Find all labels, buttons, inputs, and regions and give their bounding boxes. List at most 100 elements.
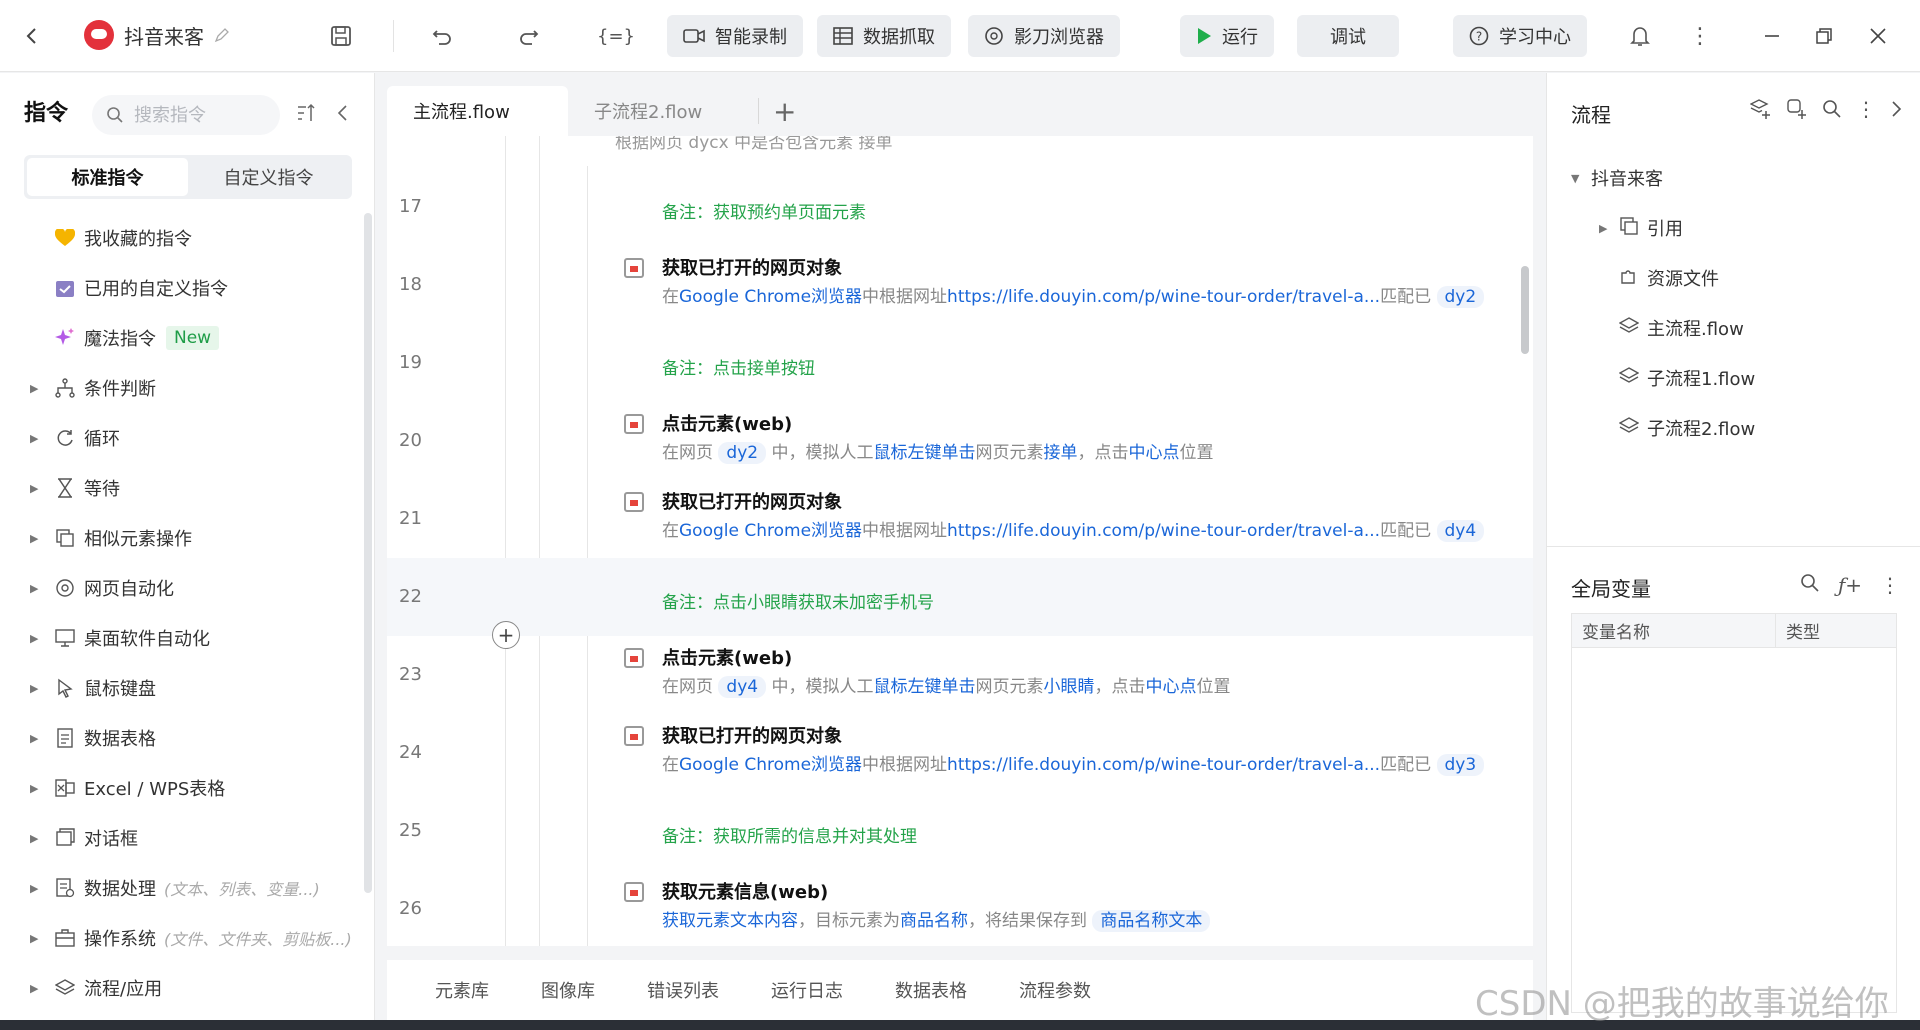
column-variable-name[interactable]: 变量名称 — [1572, 614, 1776, 647]
cmd-magic[interactable]: 魔法指令 New — [0, 313, 360, 363]
shadowblade-browser-button[interactable]: 影刀浏览器 — [968, 15, 1120, 57]
data-scrape-button[interactable]: 数据抓取 — [817, 15, 951, 57]
flow-step-row[interactable]: 24 获取已打开的网页对象 在Google Chrome浏览器中根据网址http… — [387, 714, 1533, 792]
tab-custom-commands[interactable]: 自定义指令 — [188, 158, 349, 196]
column-type[interactable]: 类型 — [1776, 614, 1820, 647]
tab-main-flow[interactable]: 主流程.flow — [387, 86, 568, 136]
search-icon[interactable] — [1800, 573, 1820, 593]
step-note: 备注：获取预约单页面元素 — [662, 203, 866, 223]
command-search-input[interactable] — [134, 104, 264, 126]
tree-item-main-flow[interactable]: 主流程.flow — [1571, 303, 1755, 353]
cmd-web-automation[interactable]: ▶ 网页自动化 — [0, 563, 360, 613]
tree-item-resources[interactable]: 资源文件 — [1571, 253, 1755, 303]
command-list-scrollbar[interactable] — [364, 213, 372, 893]
editor-scrollbar[interactable] — [1521, 266, 1529, 354]
add-tab-icon[interactable]: + — [759, 95, 810, 128]
debug-button[interactable]: 调试 — [1297, 15, 1399, 57]
tab-image-library[interactable]: 图像库 — [541, 977, 595, 1003]
variable-chip[interactable]: dy3 — [1436, 754, 1485, 776]
variable-chip[interactable]: dy2 — [1436, 286, 1485, 308]
cmd-label: 数据表格 — [84, 729, 156, 750]
tree-root[interactable]: ▼ 抖音来客 — [1571, 153, 1755, 203]
learning-center-button[interactable]: ? 学习中心 — [1453, 15, 1587, 57]
cmd-desktop-automation[interactable]: ▶ 桌面软件自动化 — [0, 613, 360, 663]
variable-braces-icon[interactable]: {=} — [596, 16, 636, 56]
variable-chip[interactable]: dy2 — [718, 442, 767, 464]
tab-data-table[interactable]: 数据表格 — [895, 977, 967, 1003]
tab-run-log[interactable]: 运行日志 — [771, 977, 843, 1003]
command-type-switch: 标准指令 自定义指令 — [24, 155, 352, 199]
desc-param: 获取元素文本内容 — [662, 911, 798, 931]
restore-icon[interactable] — [1804, 16, 1844, 56]
tab-element-library[interactable]: 元素库 — [435, 977, 489, 1003]
tree-item-label: 主流程.flow — [1647, 319, 1744, 340]
cmd-dialog[interactable]: ▶ 对话框 — [0, 813, 360, 863]
expand-arrow-icon: ▶ — [30, 531, 39, 545]
add-function-icon[interactable]: ƒ+ — [1838, 573, 1862, 597]
flow-step-row[interactable]: 20 点击元素(web) 在网页 dy2 中，模拟人工鼠标左键单击网页元素接单，… — [387, 402, 1533, 480]
bell-icon[interactable] — [1620, 16, 1660, 56]
edit-icon[interactable] — [214, 27, 230, 43]
cmd-operating-system[interactable]: ▶ 操作系统 (文件、文件夹、剪贴板...) — [0, 913, 360, 963]
sort-icon[interactable] — [296, 103, 318, 127]
variable-chip[interactable]: dy4 — [718, 676, 767, 698]
cmd-condition[interactable]: ▶ 条件判断 — [0, 363, 360, 413]
more-vertical-icon[interactable]: ⋮ — [1680, 16, 1720, 56]
flow-step-row[interactable]: 22 备注：点击小眼睛获取未加密手机号 — [387, 558, 1533, 636]
save-icon[interactable] — [321, 16, 361, 56]
flow-step-row[interactable]: 17 备注：获取预约单页面元素 — [387, 168, 1533, 246]
flow-step-row[interactable]: 26 获取元素信息(web) 获取元素文本内容，目标元素为商品名称，将结果保存到… — [387, 870, 1533, 946]
chevron-right-icon[interactable] — [1890, 100, 1902, 118]
expand-arrow-icon: ▶ — [30, 781, 39, 795]
tab-flow-params[interactable]: 流程参数 — [1019, 977, 1091, 1003]
add-module-icon[interactable] — [1786, 98, 1808, 120]
undo-icon[interactable] — [422, 16, 462, 56]
tab-standard-commands[interactable]: 标准指令 — [27, 158, 188, 196]
variable-chip[interactable]: dy4 — [1436, 520, 1485, 542]
cmd-wait[interactable]: ▶ 等待 — [0, 463, 360, 513]
cmd-data-table[interactable]: ▶ 数据表格 — [0, 713, 360, 763]
back-icon[interactable] — [12, 16, 52, 56]
command-search[interactable] — [92, 95, 280, 135]
step-title: 点击元素(web) — [662, 414, 793, 435]
expand-arrow-icon: ▶ — [30, 981, 39, 995]
more-vertical-icon[interactable]: ⋮ — [1880, 573, 1900, 597]
cmd-mouse-keyboard[interactable]: ▶ 鼠标键盘 — [0, 663, 360, 713]
step-title: 获取已打开的网页对象 — [662, 492, 842, 513]
flow-step-row[interactable]: 25 备注：获取所需的信息并对其处理 — [387, 792, 1533, 870]
run-button[interactable]: 运行 — [1180, 15, 1274, 57]
flow-step-row[interactable]: 21 获取已打开的网页对象 在Google Chrome浏览器中根据网址http… — [387, 480, 1533, 558]
add-flow-icon[interactable] — [1750, 98, 1772, 120]
collapse-panel-icon[interactable] — [336, 103, 350, 127]
expand-arrow-icon: ▶ — [30, 581, 39, 595]
smart-record-button[interactable]: 智能录制 — [667, 15, 803, 57]
cmd-flow-app[interactable]: ▶ 流程/应用 — [0, 963, 360, 1013]
line-number: 21 — [399, 508, 422, 529]
insert-step-icon[interactable]: + — [492, 621, 520, 649]
cmd-similar-elements[interactable]: ▶ 相似元素操作 — [0, 513, 360, 563]
cmd-loop[interactable]: ▶ 循环 — [0, 413, 360, 463]
step-title: 获取已打开的网页对象 — [662, 726, 842, 747]
variable-chip[interactable]: 商品名称文本 — [1092, 910, 1211, 932]
cmd-data-processing[interactable]: ▶ 数据处理 (文本、列表、变量...) — [0, 863, 360, 913]
flow-step-row[interactable]: 23 点击元素(web) 在网页 dy4 中，模拟人工鼠标左键单击网页元素小眼睛… — [387, 636, 1533, 714]
bottom-panel-tabs: 元素库 图像库 错误列表 运行日志 数据表格 流程参数 — [387, 960, 1533, 1020]
more-vertical-icon[interactable]: ⋮ — [1856, 97, 1876, 121]
flow-step-row[interactable]: 18 获取已打开的网页对象 在Google Chrome浏览器中根据网址http… — [387, 246, 1533, 324]
tree-item-subflow-2[interactable]: 子流程2.flow — [1571, 403, 1755, 453]
desc-param: 商品名称 — [900, 911, 968, 931]
panel-divider[interactable] — [1547, 546, 1920, 547]
tree-item-references[interactable]: ▶ 引用 — [1571, 203, 1755, 253]
tab-error-list[interactable]: 错误列表 — [647, 977, 719, 1003]
close-icon[interactable] — [1858, 16, 1898, 56]
calendar-icon — [54, 277, 76, 299]
cmd-excel-wps[interactable]: ▶ Excel / WPS表格 — [0, 763, 360, 813]
redo-icon[interactable] — [509, 16, 549, 56]
search-icon[interactable] — [1822, 99, 1842, 119]
cmd-favorites[interactable]: 我收藏的指令 — [0, 213, 360, 263]
minimize-icon[interactable] — [1752, 16, 1792, 56]
cmd-used-custom[interactable]: 已用的自定义指令 — [0, 263, 360, 313]
flow-step-row[interactable]: 19 备注：点击接单按钮 — [387, 324, 1533, 402]
tree-item-subflow-1[interactable]: 子流程1.flow — [1571, 353, 1755, 403]
tab-subflow-2[interactable]: 子流程2.flow — [568, 86, 758, 136]
